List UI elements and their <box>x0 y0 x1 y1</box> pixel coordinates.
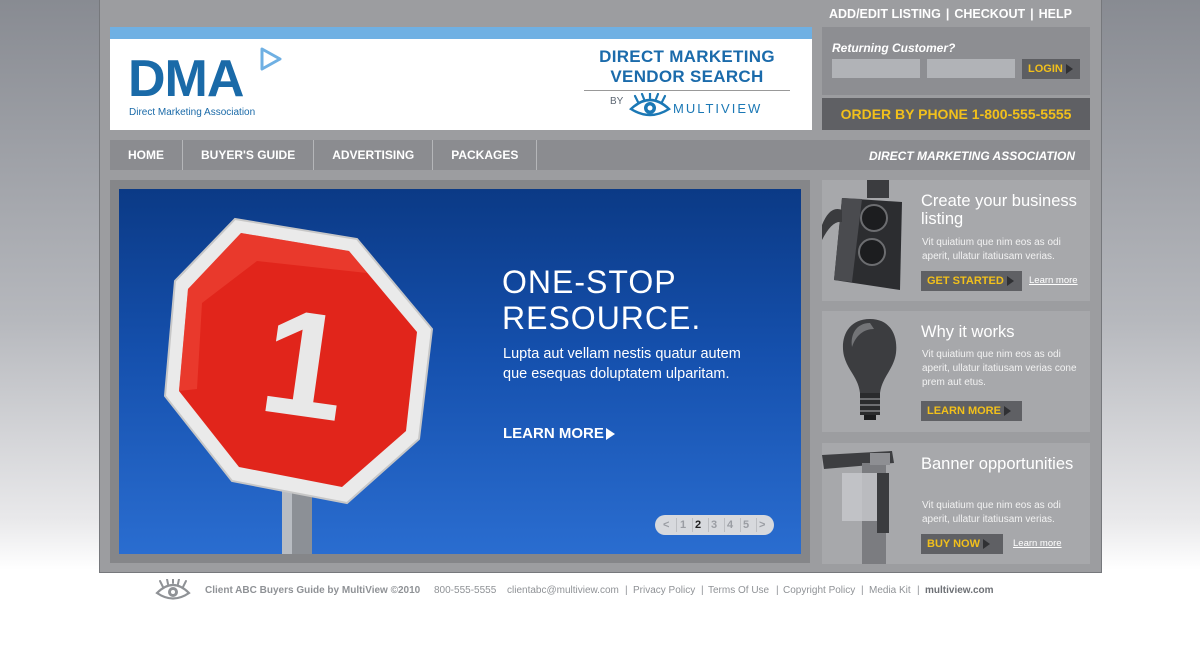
checkout-link[interactable]: CHECKOUT <box>954 7 1025 21</box>
pager-page-2[interactable]: 2 <box>695 519 701 531</box>
banner-shapes-icon <box>822 443 912 564</box>
traffic-light-icon <box>822 180 912 301</box>
nav-item-packages[interactable]: PACKAGES <box>433 140 538 170</box>
logo-top-bar <box>110 27 812 39</box>
hero-banner: 1 ONE-STOP RESOURCE. Lupta aut vellam ne… <box>119 189 801 554</box>
separator: | <box>701 585 704 596</box>
promo-title: Banner opportunities <box>921 455 1074 473</box>
pager-divider <box>708 518 709 532</box>
media-kit-link[interactable]: Media Kit <box>869 585 911 596</box>
dma-logo[interactable]: DMA <box>128 53 244 105</box>
footer-email-link[interactable]: clientabc@multiview.com <box>507 585 619 596</box>
site-title-line2: VENDOR SEARCH <box>610 67 764 86</box>
separator: | <box>917 585 920 596</box>
returning-customer-label: Returning Customer? <box>832 41 956 55</box>
light-bulb-icon <box>822 311 912 432</box>
copyright-policy-link[interactable]: Copyright Policy <box>783 585 855 596</box>
footer-credit: Client ABC Buyers Guide by MultiView ©20… <box>205 585 421 596</box>
username-field[interactable] <box>832 59 920 78</box>
slide-pager: < 1 2 3 4 5 > <box>655 515 774 535</box>
site-title-line1: DIRECT MARKETING <box>599 47 775 66</box>
add-edit-listing-link[interactable]: ADD/EDIT LISTING <box>829 7 941 21</box>
hero-body: Lupta aut vellam nestis quatur autem que… <box>503 346 741 382</box>
hero-title-line1: ONE-STOP <box>502 264 677 300</box>
pager-page-4[interactable]: 4 <box>727 519 733 531</box>
button-label: LEARN MORE <box>927 405 1001 417</box>
multiview-eye-icon <box>155 579 191 600</box>
promo-create-listing: Create your business listing Vit quiatiu… <box>822 180 1090 301</box>
pager-divider <box>756 518 757 532</box>
page-container: ADD/EDIT LISTING | CHECKOUT | HELP DMA Direc… <box>99 0 1102 573</box>
hero-title-line2: RESOURCE. <box>502 300 702 336</box>
separator: | <box>776 585 779 596</box>
hero-cta-label: LEARN MORE <box>503 425 604 442</box>
site-title: DIRECT MARKETING VENDOR SEARCH <box>584 47 790 87</box>
pager-next-button[interactable]: > <box>759 519 765 531</box>
multiview-eye-icon <box>628 93 672 117</box>
arrow-right-icon <box>1003 406 1011 417</box>
pager-prev-button[interactable]: < <box>663 519 669 531</box>
separator: | <box>1030 7 1034 21</box>
login-button[interactable]: LOGIN <box>1022 59 1080 79</box>
by-label: BY <box>610 96 624 107</box>
pager-divider <box>740 518 741 532</box>
separator: | <box>625 585 628 596</box>
promo-body: Vit quiatium que nim eos as odi aperit, … <box>922 349 1077 388</box>
pager-page-3[interactable]: 3 <box>711 519 717 531</box>
pager-divider <box>724 518 725 532</box>
login-panel: Returning Customer? LOGIN <box>822 27 1090 95</box>
separator: | <box>861 585 864 596</box>
top-links: ADD/EDIT LISTING | CHECKOUT | HELP <box>829 7 1072 21</box>
promo-banner-opportunities: Banner opportunities Vit quiatium que ni… <box>822 443 1090 564</box>
hero-frame: 1 ONE-STOP RESOURCE. Lupta aut vellam ne… <box>110 180 810 563</box>
learn-more-link[interactable]: Learn more <box>1029 275 1078 286</box>
main-nav: HOME BUYER'S GUIDE ADVERTISING PACKAGES … <box>110 140 1090 170</box>
arrow-right-icon <box>982 539 990 550</box>
button-label: BUY NOW <box>927 538 980 550</box>
logo-subtitle: Direct Marketing Association <box>129 107 256 118</box>
title-divider <box>584 90 790 91</box>
nav-item-buyers-guide[interactable]: BUYER'S GUIDE <box>183 140 315 170</box>
arrow-right-icon <box>1065 64 1073 75</box>
privacy-policy-link[interactable]: Privacy Policy <box>633 585 695 596</box>
promo-title: Why it works <box>921 323 1015 341</box>
promo-body: Vit quiatium que nim eos as odi aperit, … <box>922 237 1061 262</box>
button-label: GET STARTED <box>927 275 1004 287</box>
multiview-site-link[interactable]: multiview.com <box>925 585 994 596</box>
hero-title: ONE-STOP RESOURCE. <box>502 264 782 336</box>
order-by-phone: ORDER BY PHONE 1-800-555-5555 <box>822 98 1090 130</box>
learn-more-link[interactable]: Learn more <box>1013 538 1062 549</box>
promo-body: Vit quiatium que nim eos as odi aperit, … <box>922 500 1061 525</box>
promo-why-it-works: Why it works Vit quiatium que nim eos as… <box>822 311 1090 432</box>
pager-divider <box>676 518 677 532</box>
nav-tagline: DIRECT MARKETING ASSOCIATION <box>869 149 1075 163</box>
nav-item-home[interactable]: HOME <box>110 140 183 170</box>
learn-more-button[interactable]: LEARN MORE <box>921 401 1022 421</box>
pager-divider <box>692 518 693 532</box>
separator: | <box>945 7 950 21</box>
nav-item-advertising[interactable]: ADVERTISING <box>314 140 434 170</box>
pager-page-1[interactable]: 1 <box>680 519 686 531</box>
pager-page-5[interactable]: 5 <box>743 519 749 531</box>
play-arrow-icon <box>605 428 615 441</box>
hero-learn-more-link[interactable]: LEARN MORE <box>503 425 615 442</box>
promo-title: Create your business listing <box>921 192 1077 228</box>
multiview-wordmark: MULTIVIEW <box>673 101 763 116</box>
logo-panel: DMA Direct Marketing Association DIRECT … <box>110 27 812 130</box>
footer-phone: 800-555-5555 <box>434 585 497 596</box>
help-link[interactable]: HELP <box>1039 7 1072 21</box>
get-started-button[interactable]: GET STARTED <box>921 271 1022 291</box>
play-icon <box>260 47 282 71</box>
arrow-right-icon <box>1006 276 1014 287</box>
password-field[interactable] <box>927 59 1015 78</box>
stop-sign-image: 1 <box>163 217 434 554</box>
terms-of-use-link[interactable]: Terms Of Use <box>708 585 769 596</box>
login-button-label: LOGIN <box>1028 63 1063 75</box>
buy-now-button[interactable]: BUY NOW <box>921 534 1003 554</box>
